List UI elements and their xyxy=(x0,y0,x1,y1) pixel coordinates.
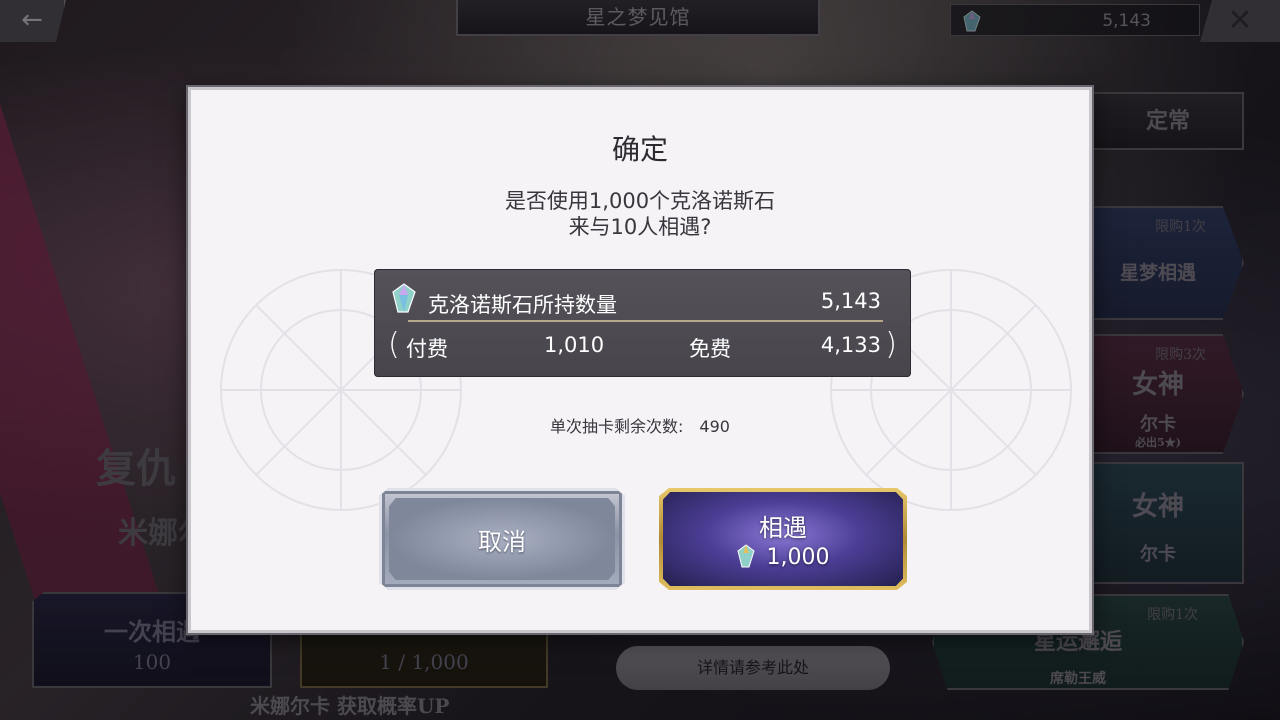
paren-close: ) xyxy=(885,327,897,362)
chronos-stone-icon xyxy=(736,544,755,574)
paren-open: ( xyxy=(388,327,400,362)
paid-label: 付费 xyxy=(406,337,448,361)
confirm-cost-value: 1,000 xyxy=(766,545,830,570)
remaining-label: 单次抽卡剩余次数: xyxy=(550,417,684,436)
dialog-message-line2: 来与10人相遇? xyxy=(568,215,712,239)
free-label: 免费 xyxy=(689,337,731,361)
free-value: 4,133 xyxy=(820,333,881,357)
cancel-button[interactable]: 取消 xyxy=(379,488,625,590)
confirm-label: 相遇 xyxy=(759,514,807,542)
confirm-cost: 1,000 xyxy=(659,544,907,574)
balance-divider xyxy=(408,320,883,322)
paid-value: 1,010 xyxy=(544,333,605,357)
confirm-encounter-button[interactable]: 相遇 1,000 xyxy=(659,488,907,590)
balance-total: 5,143 xyxy=(820,289,881,313)
confirm-dialog: 确定 是否使用1,000个克洛诺斯石 来与10人相遇? 克洛诺斯石所持数量 5,… xyxy=(188,87,1092,633)
dialog-title: 确定 xyxy=(611,133,668,166)
remaining-draws: 单次抽卡剩余次数: 490 xyxy=(191,413,1089,437)
cancel-label: 取消 xyxy=(478,528,526,556)
dialog-message-line1: 是否使用1,000个克洛诺斯石 xyxy=(504,189,776,213)
balance-label: 克洛诺斯石所持数量 xyxy=(428,293,617,317)
remaining-value: 490 xyxy=(699,417,730,436)
balance-panel: 克洛诺斯石所持数量 5,143 ( 付费 1,010 免费 4,133 ) xyxy=(374,269,911,377)
chronos-stone-icon xyxy=(392,283,416,317)
dialog-message: 是否使用1,000个克洛诺斯石 来与10人相遇? xyxy=(191,188,1089,240)
